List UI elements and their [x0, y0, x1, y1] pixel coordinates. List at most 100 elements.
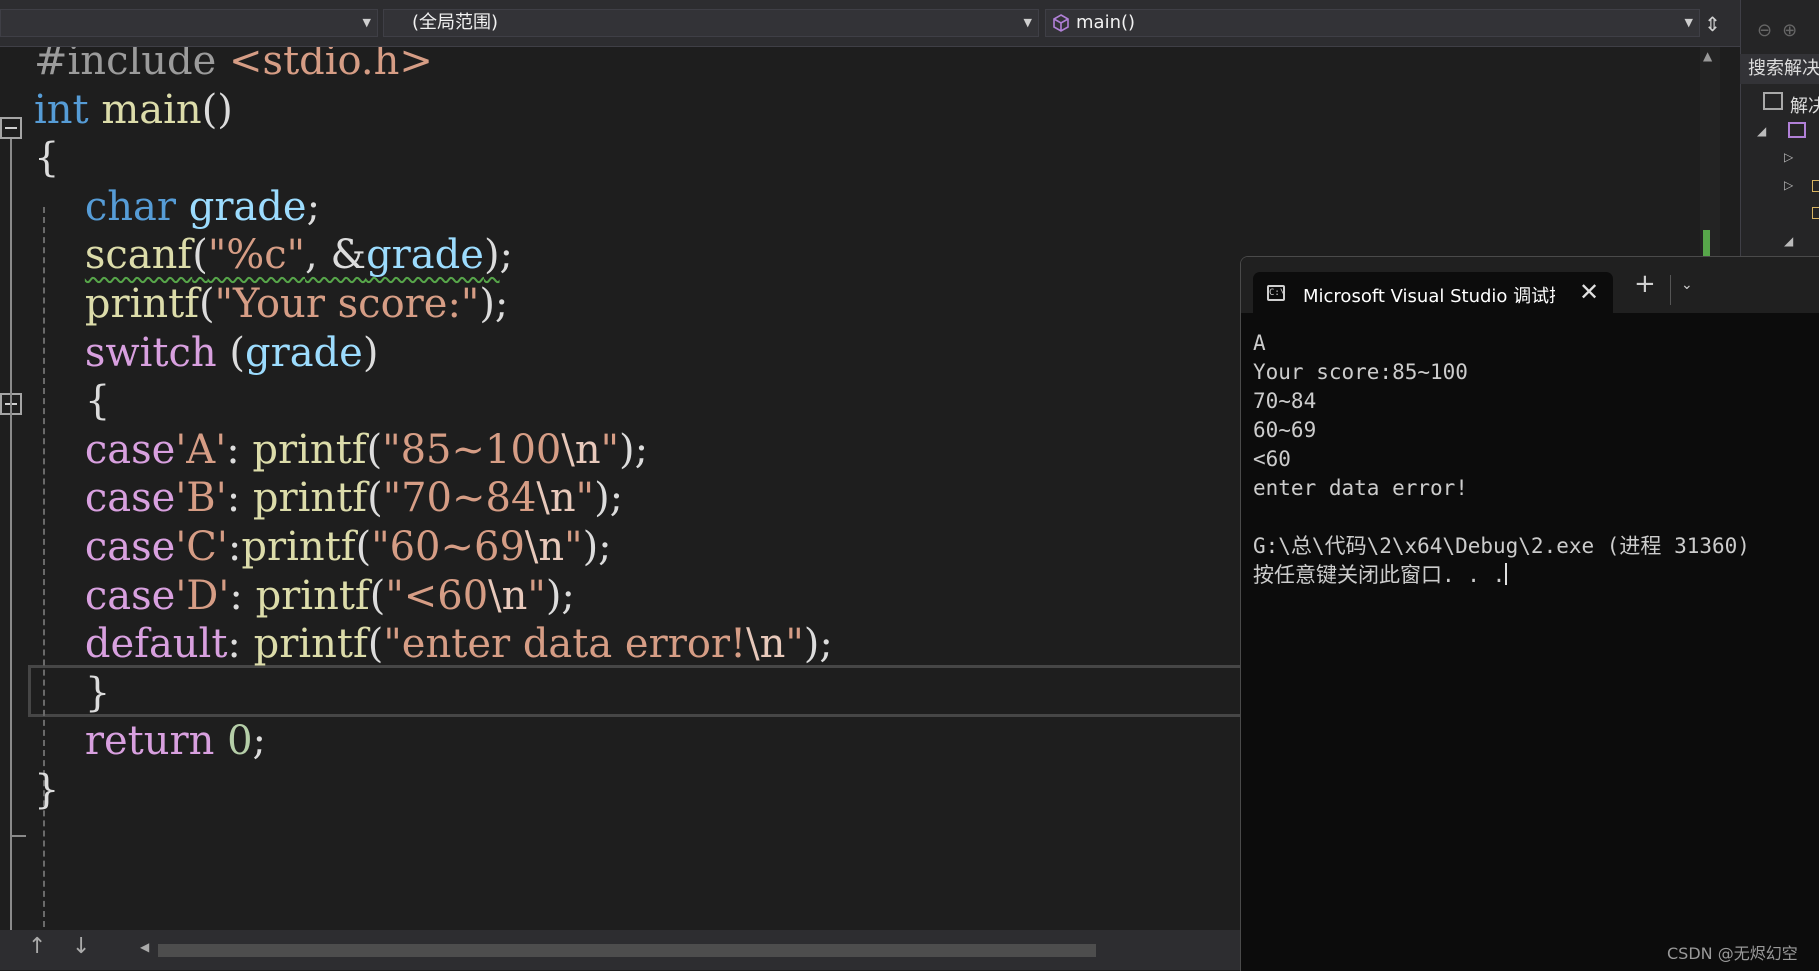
code-token: "Your score:" [214, 281, 480, 327]
chevron-down-icon: ▼ [1684, 16, 1693, 29]
code-line[interactable]: switch (grade) [34, 325, 379, 381]
code-line[interactable]: int main() [34, 82, 233, 138]
code-token: \n [746, 621, 786, 668]
code-token: grade [366, 232, 484, 279]
code-token: scanf [84, 232, 193, 279]
explorer-search-input[interactable]: 搜索解决 [1740, 54, 1819, 84]
scope-combo[interactable]: (全局范围) ▼ [383, 9, 1039, 37]
code-line[interactable]: case'C':printf("60~69\n"); [34, 519, 612, 575]
fold-region-line [10, 139, 12, 930]
code-token: printf [255, 572, 370, 619]
terminal-line: G:\总\代码\2\x64\Debug\2.exe (进程 31360) [1253, 534, 1750, 558]
code-line[interactable]: case'A': printf("85~100\n"); [34, 422, 648, 478]
terminal-line: 70~84 [1253, 389, 1317, 413]
code-line[interactable]: case'D': printf("<60\n"); [34, 568, 575, 624]
member-combo[interactable]: main() ▼ [1045, 9, 1700, 37]
code-token: 'C' [175, 524, 228, 570]
terminal-line: <60 [1253, 447, 1291, 471]
code-token: ( [199, 281, 215, 327]
code-line[interactable]: { [34, 130, 59, 186]
terminal-line: 按任意键关闭此窗口. . . [1253, 563, 1508, 587]
code-token: 'D' [175, 572, 230, 619]
terminal-line: A [1253, 331, 1266, 355]
scroll-up-icon[interactable]: ▲ [1703, 49, 1712, 63]
code-token: case [84, 475, 176, 522]
code-line[interactable]: case'B': printf("70~84\n"); [34, 470, 623, 526]
arrow-down-icon[interactable]: ↓ [72, 934, 90, 959]
code-token: } [34, 669, 111, 716]
text-cursor [1505, 563, 1508, 585]
watermark: CSDN @无烬幻空 [1667, 944, 1798, 963]
project-icon [1788, 122, 1806, 138]
code-token: ( [369, 572, 386, 619]
collapse-main-icon[interactable] [0, 117, 22, 139]
code-line[interactable]: } [34, 762, 59, 818]
code-token: ) [483, 232, 500, 279]
code-line[interactable]: { [34, 373, 110, 429]
terminal-line: 60~69 [1253, 418, 1317, 442]
code-token: ); [479, 281, 509, 327]
code-token: char [84, 183, 176, 230]
code-line[interactable]: return 0; [34, 713, 266, 769]
code-token: main [101, 86, 202, 133]
change-marker [1703, 230, 1710, 256]
close-icon[interactable]: ✕ [1579, 278, 1599, 306]
code-token: : [226, 475, 253, 522]
expand-arrow-icon[interactable]: ◢ [1757, 124, 1766, 138]
code-line[interactable]: scanf("%c", &grade); [34, 227, 513, 283]
code-token: ; [306, 183, 321, 230]
terminal-output[interactable]: A Your score:85~100 70~84 60~69 <60 enter dat… [1253, 329, 1819, 590]
code-token: printf [84, 281, 200, 327]
scroll-left-icon[interactable]: ◀ [140, 940, 149, 954]
code-token: ); [594, 475, 624, 522]
titlebar-divider [1670, 275, 1671, 305]
code-token: return [84, 718, 215, 765]
code-token: ); [582, 524, 612, 570]
code-token: " [575, 475, 595, 522]
code-token: \n [524, 524, 565, 570]
code-line[interactable]: default: printf("enter data error!\n"); [34, 616, 833, 672]
code-token: ); [545, 572, 575, 619]
code-token: 'A' [175, 426, 227, 473]
code-line[interactable]: char grade; [34, 179, 320, 235]
arrow-up-icon[interactable]: ↑ [28, 934, 46, 959]
code-token: " [527, 572, 546, 619]
explorer-solution-node[interactable]: 解决 [1790, 92, 1819, 118]
split-editor-icon[interactable]: ⇕ [1704, 12, 1721, 36]
expand-arrow-icon[interactable]: ◢ [1784, 234, 1793, 248]
code-token: ) [362, 329, 379, 376]
scroll-thumb[interactable] [158, 944, 1096, 957]
code-token: printf [252, 475, 368, 522]
code-token: "70~84 [382, 475, 537, 522]
code-token: printf [253, 621, 368, 668]
plus-icon[interactable]: + [1634, 269, 1656, 299]
terminal-titlebar: C:\ Microsoft Visual Studio 调试控制台 ✕ + ⌄ [1241, 257, 1819, 315]
expand-arrow-icon[interactable]: ▷ [1784, 150, 1793, 164]
project-combo[interactable]: ▼ [0, 9, 378, 37]
debug-console-window[interactable]: C:\ Microsoft Visual Studio 调试控制台 ✕ + ⌄ … [1240, 256, 1819, 971]
code-token: \n [488, 572, 528, 619]
console-icon: C:\ [1267, 285, 1285, 301]
explorer-search-label: 搜索解决 [1748, 58, 1819, 79]
current-line-highlight [28, 665, 1248, 717]
scope-combo-label: (全局范围) [412, 12, 499, 33]
expand-arrow-icon[interactable]: ▷ [1784, 178, 1793, 192]
chevron-down-icon[interactable]: ⌄ [1681, 277, 1693, 293]
code-line[interactable]: printf("Your score:"); [34, 276, 509, 332]
terminal-tab[interactable]: C:\ Microsoft Visual Studio 调试控制台 ✕ [1253, 272, 1613, 315]
code-token: ( [216, 329, 245, 376]
code-token: " [785, 621, 804, 668]
cube-icon [1053, 14, 1069, 32]
code-token: printf [252, 426, 367, 473]
code-token: int [34, 86, 89, 133]
code-token: grade [244, 329, 363, 376]
code-line[interactable]: } [34, 665, 110, 721]
editor-navigation-bar: ▼ (全局范围) ▼ main() ▼ ⇕ [0, 0, 1740, 47]
explorer-nav-icons[interactable]: ⊖⊕ [1757, 20, 1807, 41]
